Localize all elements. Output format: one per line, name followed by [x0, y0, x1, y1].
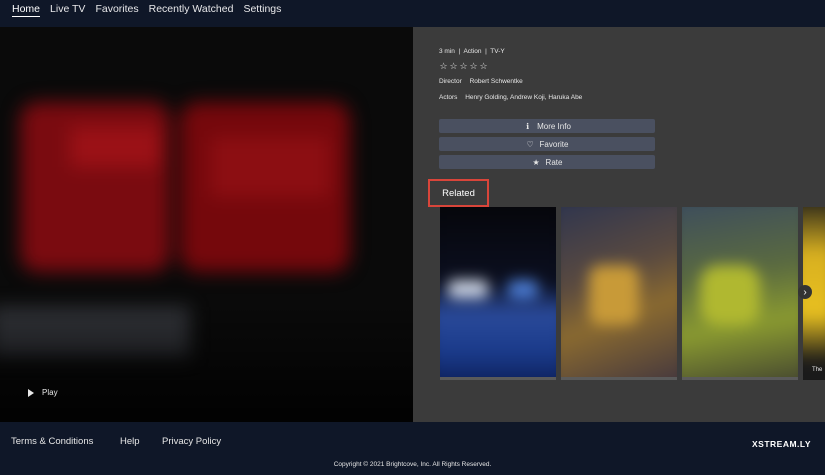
- terms-link[interactable]: Terms & Conditions: [11, 436, 93, 447]
- more-info-label: More Info: [537, 121, 571, 131]
- related-heading: Related: [428, 179, 489, 207]
- chevron-right-icon: ›: [803, 286, 807, 298]
- related-thumbnail[interactable]: [440, 207, 556, 380]
- actors-credit: Actors Henry Golding, Andrew Koji, Haruk…: [439, 94, 582, 101]
- related-thumbnail[interactable]: [561, 207, 677, 380]
- star-icon[interactable]: ☆: [479, 61, 488, 71]
- play-icon: [28, 388, 34, 397]
- director-credit: Director Robert Schwentke: [439, 78, 523, 85]
- related-thumbnail[interactable]: [682, 207, 798, 380]
- actors-names: Henry Golding, Andrew Koji, Haruka Abe: [465, 94, 583, 101]
- partial-thumbnail-label: The: [812, 367, 823, 373]
- star-rating[interactable]: ☆ ☆ ☆ ☆ ☆: [439, 61, 488, 71]
- nav-favorites[interactable]: Favorites: [95, 0, 138, 15]
- actors-label: Actors: [439, 94, 458, 101]
- star-icon[interactable]: ☆: [449, 61, 458, 71]
- brand-logo: XSTREAM.LY: [751, 439, 811, 449]
- star-icon[interactable]: ☆: [469, 61, 478, 71]
- director-label: Director: [439, 78, 462, 85]
- hero-shade: [0, 302, 413, 422]
- star-icon[interactable]: ☆: [459, 61, 468, 71]
- video-meta: 3 min | Action | TV-Y: [439, 48, 505, 55]
- rate-label: Rate: [545, 157, 563, 167]
- favorite-button[interactable]: ♡ Favorite: [439, 137, 655, 151]
- privacy-link[interactable]: Privacy Policy: [162, 436, 221, 447]
- footer: Terms & Conditions Help Privacy Policy X…: [0, 422, 825, 475]
- director-name: Robert Schwentke: [469, 78, 523, 85]
- favorite-label: Favorite: [539, 139, 569, 149]
- copyright-text: Copyright © 2021 Brightcove, Inc. All Ri…: [333, 461, 492, 468]
- rate-button[interactable]: ★ Rate: [439, 155, 655, 169]
- top-nav: Home Live TV Favorites Recently Watched …: [0, 0, 825, 27]
- details-panel: 3 min | Action | TV-Y ☆ ☆ ☆ ☆ ☆ Director…: [413, 27, 825, 422]
- star-icon: ★: [532, 157, 540, 167]
- play-button[interactable]: Play: [28, 388, 58, 397]
- heart-icon: ♡: [526, 139, 534, 149]
- info-icon: ℹ: [526, 121, 530, 131]
- play-label: Play: [42, 388, 58, 397]
- more-info-button[interactable]: ℹ More Info: [439, 119, 655, 133]
- hero-image: Play: [0, 27, 413, 422]
- nav-recently-watched[interactable]: Recently Watched: [149, 0, 234, 15]
- carousel-next-button[interactable]: ›: [798, 285, 812, 299]
- nav-settings[interactable]: Settings: [243, 0, 281, 15]
- nav-home[interactable]: Home: [12, 0, 41, 17]
- star-icon[interactable]: ☆: [439, 61, 448, 71]
- help-link[interactable]: Help: [120, 436, 140, 447]
- nav-live-tv[interactable]: Live TV: [50, 0, 85, 15]
